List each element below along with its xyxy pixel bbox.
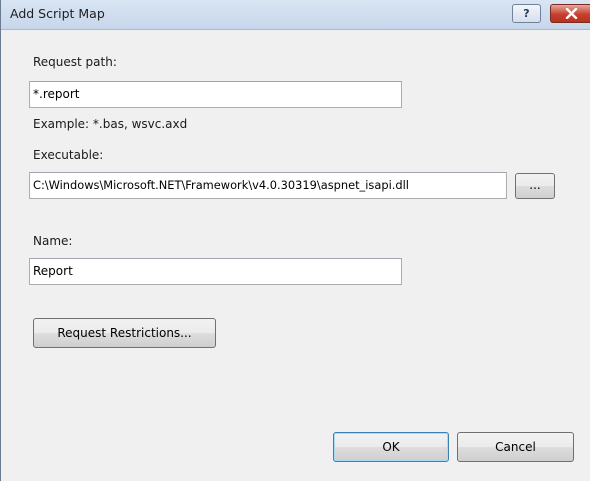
request-restrictions-button[interactable]: Request Restrictions... xyxy=(33,318,216,348)
executable-input[interactable]: C:\Windows\Microsoft.NET\Framework\v4.0.… xyxy=(29,172,507,199)
window-title: Add Script Map xyxy=(10,6,105,21)
cancel-button[interactable]: Cancel xyxy=(457,432,574,462)
ok-button[interactable]: OK xyxy=(333,432,449,462)
title-bar: Add Script Map ? xyxy=(1,0,590,30)
close-button[interactable] xyxy=(550,4,590,23)
executable-label: Executable: xyxy=(33,148,104,162)
name-input[interactable]: Report xyxy=(29,258,402,285)
request-path-example: Example: *.bas, wsvc.axd xyxy=(33,117,188,131)
browse-button[interactable]: ... xyxy=(515,173,555,199)
name-label: Name: xyxy=(33,234,73,248)
request-path-label: Request path: xyxy=(33,55,117,69)
add-script-map-dialog: Add Script Map ? Request path: *.report … xyxy=(0,0,590,481)
help-icon: ? xyxy=(523,7,530,20)
help-button[interactable]: ? xyxy=(512,4,541,23)
request-path-input[interactable]: *.report xyxy=(29,81,402,108)
close-icon xyxy=(565,7,577,20)
